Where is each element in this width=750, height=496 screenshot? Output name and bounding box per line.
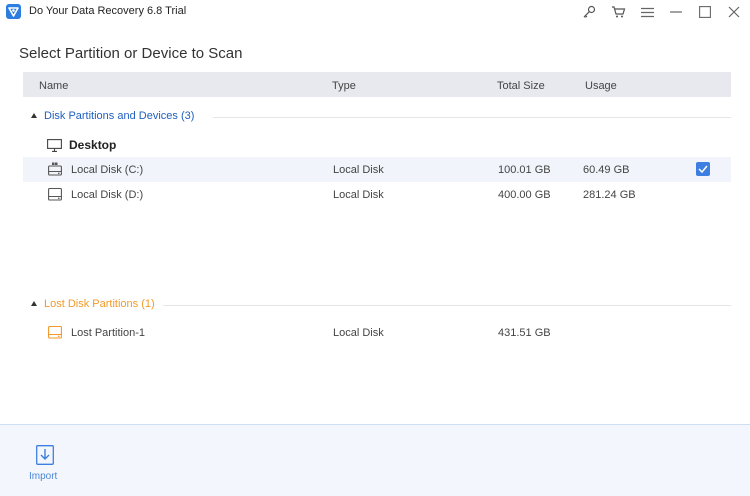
row-name: Lost Partition-1 — [71, 327, 145, 339]
disk-icon — [48, 187, 62, 201]
monitor-icon — [47, 139, 62, 152]
table-row[interactable]: Local Disk (C:) Local Disk 100.01 GB 60.… — [23, 157, 731, 182]
check-icon — [698, 165, 708, 173]
row-total-size: 431.51 GB — [498, 327, 551, 339]
lost-disk-icon — [48, 325, 62, 339]
table-row[interactable]: Local Disk (D:) Local Disk 400.00 GB 281… — [23, 182, 731, 207]
row-type: Local Disk — [333, 327, 384, 339]
row-usage: 281.24 GB — [583, 189, 636, 201]
collapse-triangle-icon[interactable] — [31, 113, 37, 118]
column-header-usage[interactable]: Usage — [585, 80, 617, 92]
windows-disk-icon — [48, 162, 62, 176]
import-icon — [36, 445, 54, 465]
column-header-name[interactable]: Name — [39, 80, 68, 92]
footer-toolbar: Import — [0, 424, 750, 496]
column-header-total-size[interactable]: Total Size — [497, 80, 545, 92]
close-icon[interactable] — [725, 3, 743, 21]
select-checkbox[interactable] — [696, 162, 710, 176]
table-header: Name Type Total Size Usage — [23, 72, 731, 97]
device-label: Desktop — [69, 138, 117, 152]
row-name: Local Disk (C:) — [71, 164, 144, 176]
title-bar: Do Your Data Recovery 6.8 Trial — [0, 0, 750, 24]
menu-icon[interactable] — [638, 3, 656, 21]
window-title: Do Your Data Recovery 6.8 Trial — [29, 5, 187, 17]
collapse-triangle-icon[interactable] — [31, 301, 37, 306]
row-type: Local Disk — [333, 189, 384, 201]
import-button[interactable]: Import — [25, 445, 65, 485]
maximize-icon[interactable] — [696, 3, 714, 21]
table-row[interactable]: Lost Partition-1 Local Disk 431.51 GB — [23, 320, 731, 345]
column-header-type[interactable]: Type — [332, 80, 356, 92]
key-icon[interactable] — [580, 3, 598, 21]
row-name: Local Disk (D:) — [71, 189, 144, 201]
group-lost-partitions[interactable]: Lost Disk Partitions (1) — [23, 295, 731, 315]
minimize-icon[interactable] — [667, 3, 685, 21]
row-usage: 60.49 GB — [583, 164, 630, 176]
group-label: Disk Partitions and Devices (3) — [44, 110, 195, 122]
row-total-size: 400.00 GB — [498, 189, 551, 201]
app-logo-icon — [6, 4, 21, 19]
group-label: Lost Disk Partitions (1) — [44, 298, 155, 310]
page-title: Select Partition or Device to Scan — [19, 45, 243, 62]
divider — [163, 305, 731, 306]
import-label: Import — [29, 471, 58, 482]
divider — [213, 117, 731, 118]
row-type: Local Disk — [333, 164, 384, 176]
group-disk-partitions[interactable]: Disk Partitions and Devices (3) — [23, 107, 731, 127]
row-total-size: 100.01 GB — [498, 164, 551, 176]
cart-icon[interactable] — [609, 3, 627, 21]
